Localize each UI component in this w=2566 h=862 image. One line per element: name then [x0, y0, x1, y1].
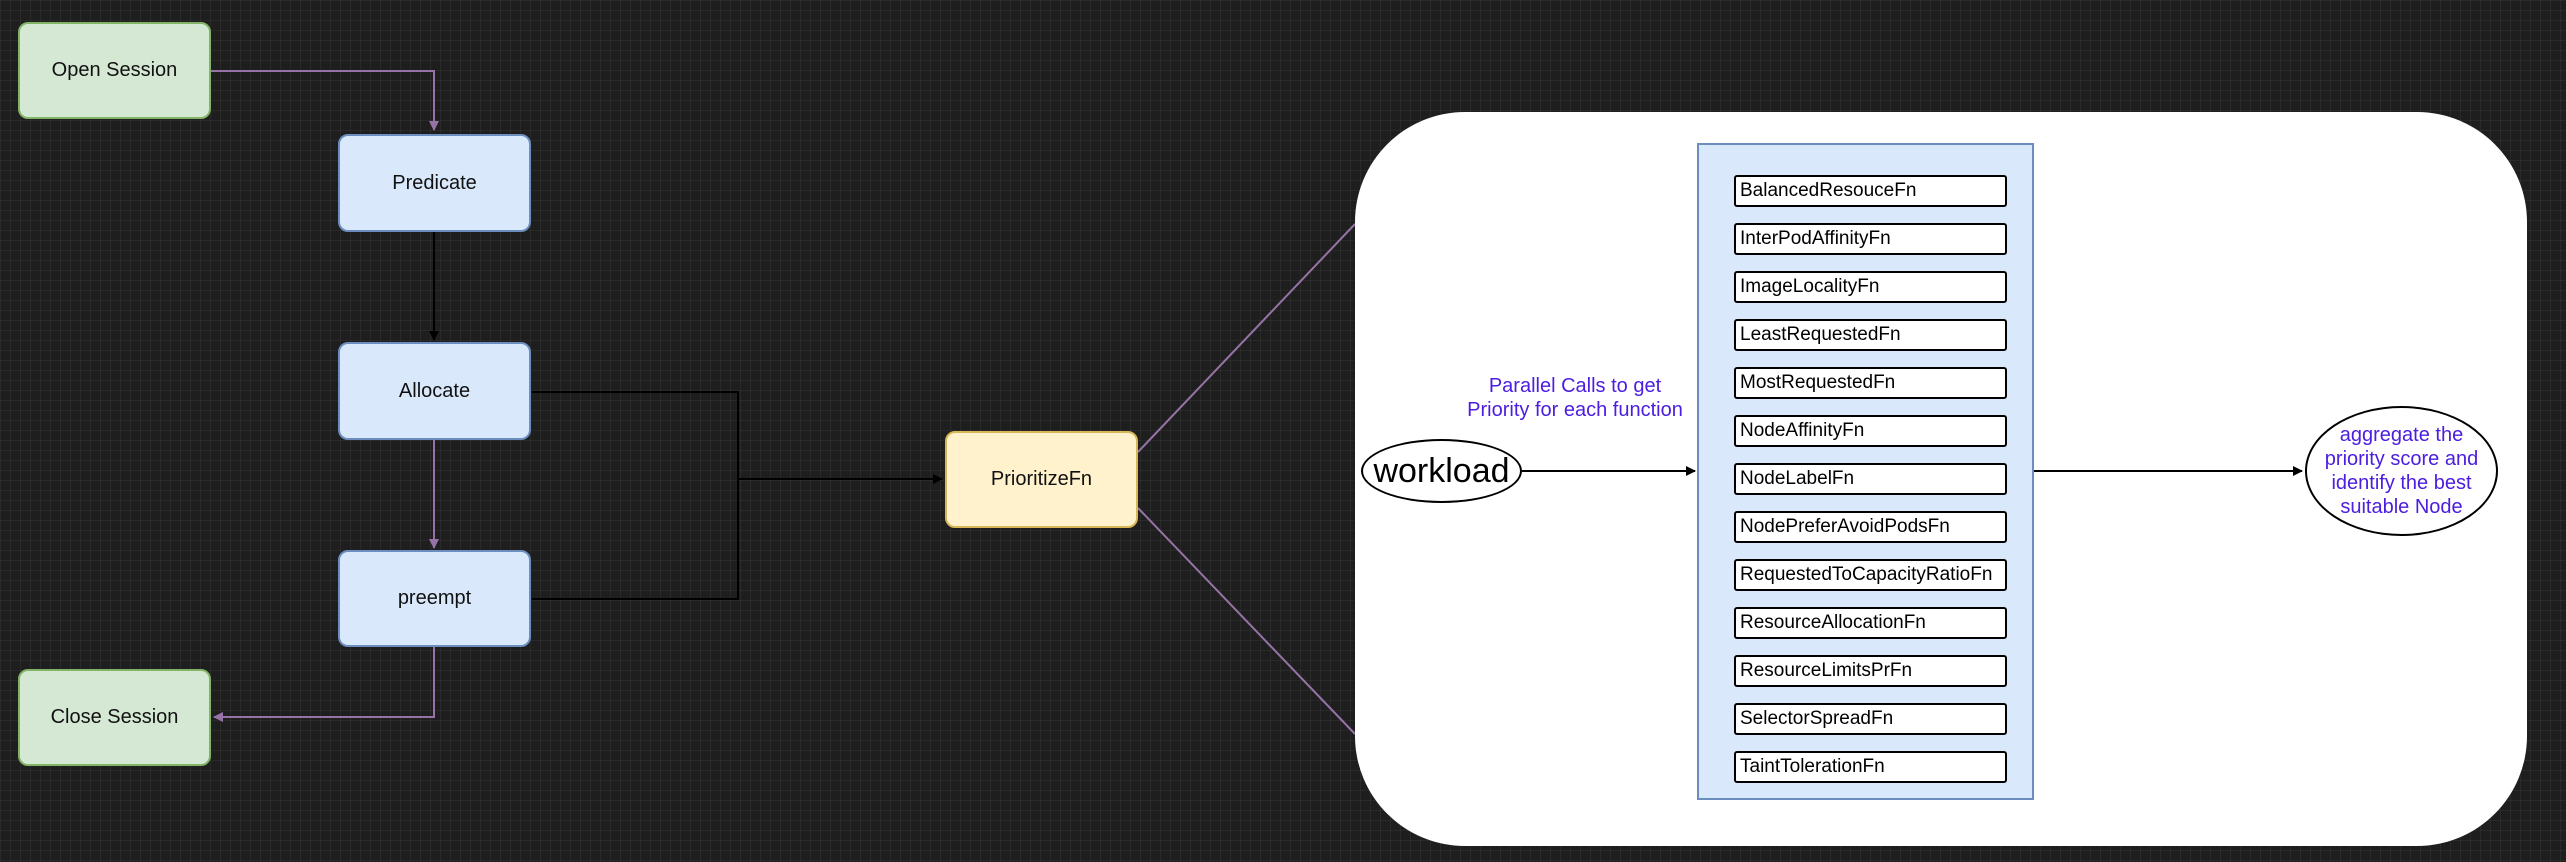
function-item[interactable]: InterPodAffinityFn: [1734, 223, 2007, 255]
function-item[interactable]: MostRequestedFn: [1734, 367, 2007, 399]
aggregate-text-line: suitable Node: [2340, 496, 2463, 518]
function-item[interactable]: ResourceAllocationFn: [1734, 607, 2007, 639]
aggregate-text-line: aggregate the: [2339, 424, 2464, 446]
predicate-node[interactable]: Predicate: [338, 134, 531, 232]
function-item[interactable]: NodeLabelFn: [1734, 463, 2007, 495]
function-item[interactable]: ImageLocalityFn: [1734, 271, 2007, 303]
edge-preempt-to-close: [213, 647, 435, 722]
aggregate-text-line: priority score and: [2324, 448, 2479, 470]
open-session-node[interactable]: Open Session: [18, 22, 211, 119]
workload-ellipse[interactable]: workload: [1361, 439, 1522, 503]
parallel-calls-label-line: Priority for each function: [1467, 399, 1683, 421]
zoom-line-top: [1137, 223, 1356, 453]
close-session-node[interactable]: Close Session: [18, 669, 211, 766]
aggregate-text: aggregate the priority score and identif…: [2325, 423, 2478, 519]
function-item[interactable]: LeastRequestedFn: [1734, 319, 2007, 351]
parallel-calls-label: Parallel Calls to get Priority for each …: [1455, 374, 1695, 422]
aggregate-text-line: identify the best: [2331, 472, 2472, 494]
allocate-node[interactable]: Allocate: [338, 342, 531, 440]
aggregate-ellipse[interactable]: aggregate the priority score and identif…: [2305, 406, 2498, 536]
function-item[interactable]: TaintTolerationFn: [1734, 751, 2007, 783]
prioritize-fn-node[interactable]: PrioritizeFn: [945, 431, 1138, 528]
function-item[interactable]: RequestedToCapacityRatioFn: [1734, 559, 2007, 591]
function-item[interactable]: SelectorSpreadFn: [1734, 703, 2007, 735]
preempt-node[interactable]: preempt: [338, 550, 531, 647]
function-item[interactable]: NodeAffinityFn: [1734, 415, 2007, 447]
function-item[interactable]: NodePreferAvoidPodsFn: [1734, 511, 2007, 543]
edge-preempt-to-prioritize: [532, 479, 739, 600]
edge-allocate-to-prioritize: [532, 391, 943, 484]
edge-open-to-predicate: [210, 70, 439, 131]
parallel-calls-label-line: Parallel Calls to get: [1488, 375, 1662, 397]
function-item[interactable]: BalancedResouceFn: [1734, 175, 2007, 207]
zoom-line-bottom: [1137, 507, 1356, 735]
function-item[interactable]: ResourceLimitsPrFn: [1734, 655, 2007, 687]
